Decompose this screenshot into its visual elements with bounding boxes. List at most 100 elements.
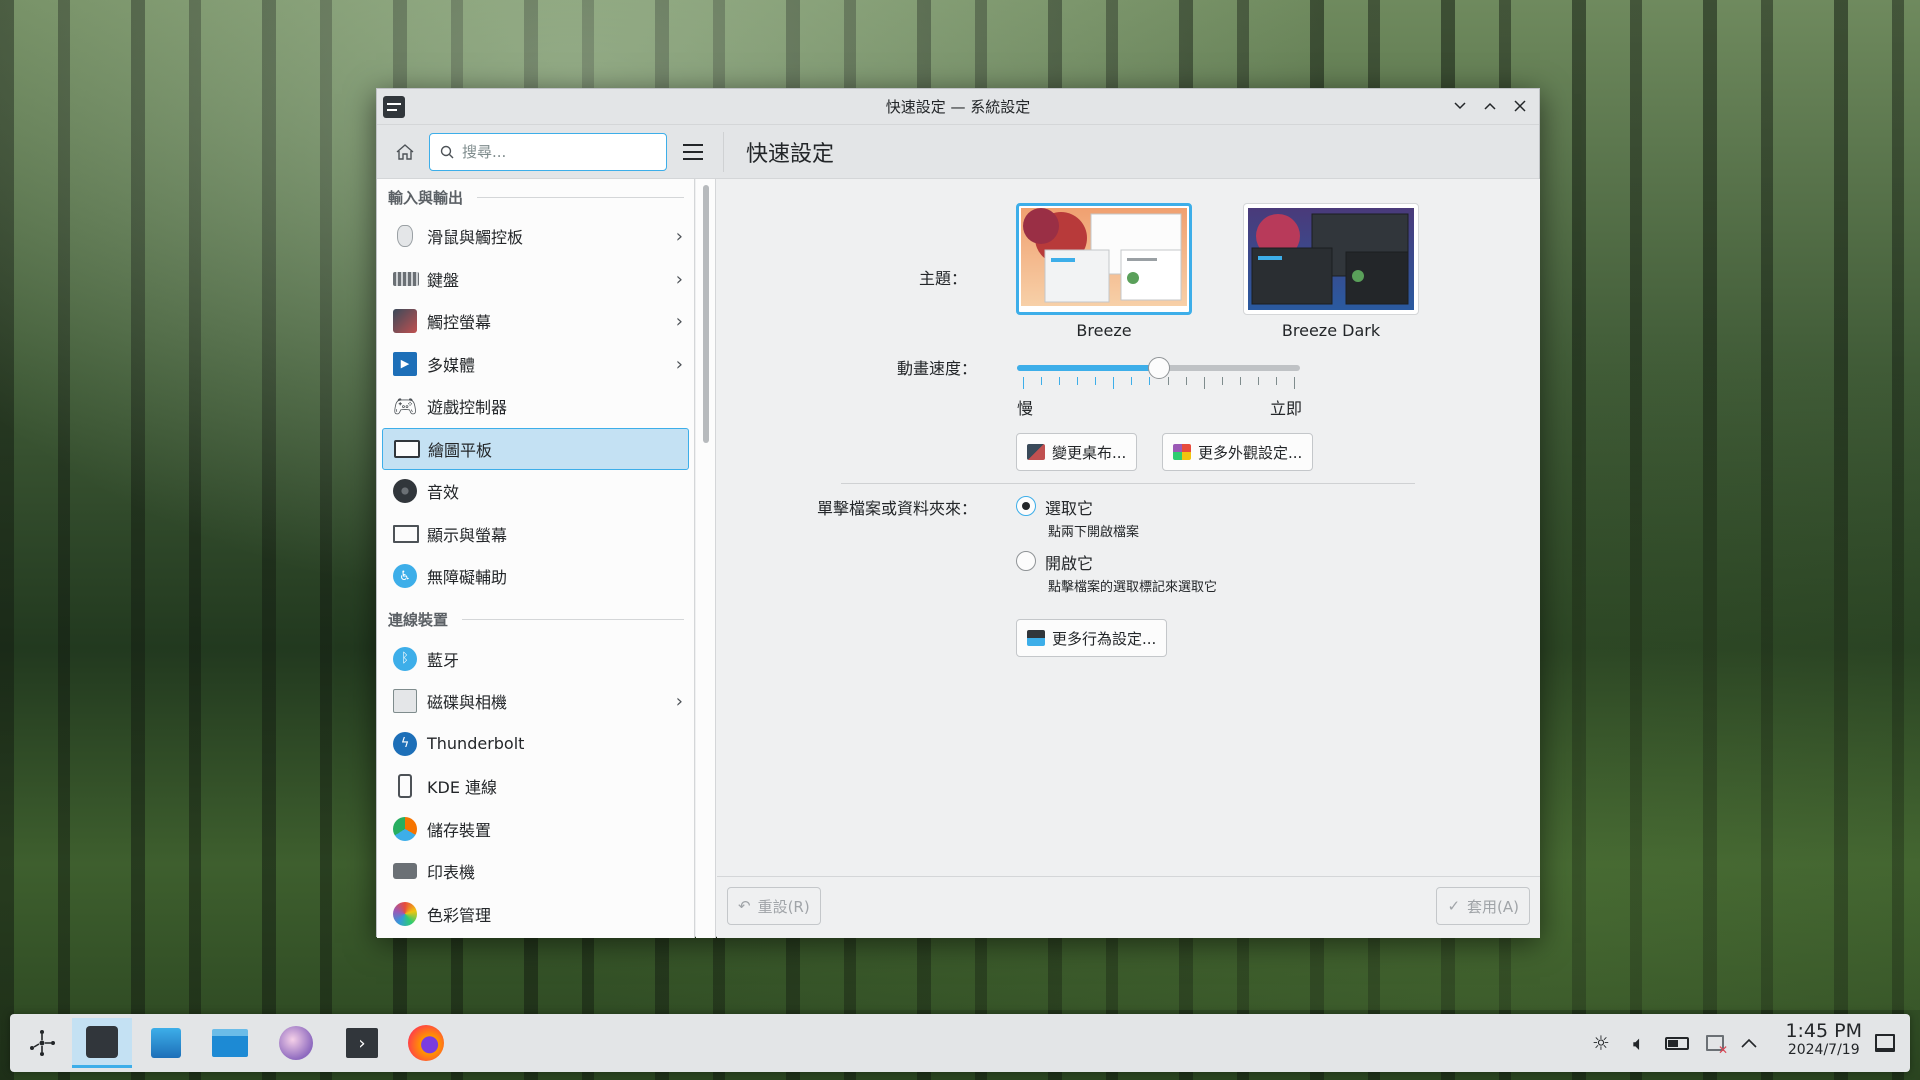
minimize-button[interactable]	[1449, 95, 1471, 117]
sidebar-item-game-controller[interactable]: 🎮︎ 遊戲控制器	[382, 385, 689, 428]
firefox-icon	[408, 1025, 444, 1061]
slider-tick	[1240, 377, 1241, 385]
sidebar-item-keyboard[interactable]: 鍵盤 ›	[382, 258, 689, 301]
sidebar-item-color-management[interactable]: 色彩管理	[382, 893, 689, 936]
home-button[interactable]	[389, 136, 421, 168]
sidebar[interactable]: 輸入與輸出 滑鼠與觸控板 › 鍵盤 › 觸控螢幕 › ▶ 多媒體 › 🎮︎ 遊戲…	[377, 179, 695, 938]
search-field[interactable]	[429, 132, 667, 171]
animation-speed-slider[interactable]	[1017, 357, 1300, 379]
chevron-right-icon: ›	[675, 226, 683, 247]
network-disconnected-icon[interactable]: ✕	[1700, 1028, 1730, 1058]
sidebar-item-display[interactable]: 顯示與螢幕	[382, 513, 689, 556]
clock[interactable]: 1:45 PM 2024/7/19	[1785, 1020, 1862, 1058]
sidebar-item-accessibility[interactable]: ♿︎ 無障礙輔助	[382, 555, 689, 598]
more-appearance-settings-button[interactable]: 更多外觀設定...	[1162, 433, 1314, 471]
printer-icon	[393, 863, 417, 880]
taskbar-kde-connect[interactable]	[266, 1018, 326, 1068]
change-wallpaper-button[interactable]: 變更桌布...	[1016, 433, 1138, 471]
theme-label: 主題：	[918, 269, 967, 288]
mouse-icon	[397, 225, 413, 248]
display-icon	[393, 524, 419, 543]
click-behavior-label: 單擊檔案或資料夾來：	[816, 499, 977, 518]
scrollbar-thumb[interactable]	[703, 185, 709, 443]
sidebar-item-bluetooth[interactable]: ᛒ 藍牙	[382, 638, 689, 681]
discover-icon	[151, 1028, 181, 1058]
sidebar-item-audio[interactable]: 音效	[382, 470, 689, 513]
slider-max-label: 立即	[1270, 399, 1303, 418]
chevron-down-icon	[1454, 102, 1466, 110]
sidebar-scrollbar[interactable]	[696, 179, 716, 938]
radio-select-it[interactable]	[1016, 496, 1036, 516]
maximize-button[interactable]	[1479, 95, 1501, 117]
section-header-input-output: 輸入與輸出	[377, 179, 694, 215]
breeze-preview-image	[1021, 208, 1187, 306]
theme-breeze-dark[interactable]	[1243, 203, 1419, 315]
radio-select-it-label[interactable]: 選取它	[1045, 495, 1093, 519]
sidebar-item-storage[interactable]: 儲存裝置	[382, 808, 689, 851]
apply-button[interactable]: ✓ 套用(A)	[1436, 887, 1530, 925]
breeze-dark-preview-image	[1248, 208, 1414, 310]
volume-icon[interactable]: 🔈︎	[1624, 1028, 1654, 1058]
slider-tick	[1023, 377, 1024, 389]
theme-breeze-caption: Breeze	[1076, 321, 1132, 340]
show-desktop-icon[interactable]	[1870, 1028, 1900, 1058]
theme-breeze[interactable]	[1016, 203, 1192, 315]
gamepad-icon: 🎮︎	[392, 394, 418, 419]
sidebar-item-mouse-touchpad[interactable]: 滑鼠與觸控板 ›	[382, 215, 689, 258]
radio-open-it-desc: 點擊檔案的選取標記來選取它	[1048, 580, 1218, 595]
footer: ↶ 重設(R) ✓ 套用(A)	[717, 876, 1540, 938]
sidebar-item-drawing-tablet[interactable]: 繪圖平板	[382, 427, 689, 470]
taskbar-konsole[interactable]: ›	[332, 1018, 392, 1068]
sidebar-item-disks-cameras[interactable]: 磁碟與相機 ›	[382, 680, 689, 723]
taskbar-system-settings[interactable]	[72, 1018, 132, 1068]
radio-open-it-label[interactable]: 開啟它	[1045, 550, 1093, 574]
sidebar-item-touchscreen[interactable]: 觸控螢幕 ›	[382, 300, 689, 343]
reset-button[interactable]: ↶ 重設(R)	[727, 887, 821, 925]
title-bar[interactable]: 快速設定 — 系統設定	[377, 89, 1539, 125]
radio-open-it[interactable]	[1016, 551, 1036, 571]
speaker-icon	[393, 479, 417, 504]
sidebar-item-kde-connect[interactable]: KDE 連線	[382, 765, 689, 808]
taskbar-dolphin[interactable]	[200, 1018, 260, 1068]
accessibility-icon: ♿︎	[393, 564, 417, 589]
clock-date: 2024/7/19	[1787, 1042, 1860, 1058]
sidebar-item-printers[interactable]: 印表機	[382, 850, 689, 893]
brightness-icon[interactable]: ☼	[1586, 1028, 1616, 1058]
slider-handle[interactable]	[1148, 357, 1170, 379]
page-title: 快速設定	[746, 141, 835, 167]
app-launcher-button[interactable]	[12, 1018, 72, 1068]
system-settings-window: 快速設定 — 系統設定 快速設定 輸入與輸出	[376, 88, 1540, 938]
sidebar-item-thunderbolt[interactable]: ϟ Thunderbolt	[382, 723, 689, 766]
dolphin-icon	[212, 1029, 248, 1057]
slider-tick	[1222, 377, 1223, 385]
konsole-icon: ›	[346, 1028, 378, 1058]
close-icon	[1514, 100, 1526, 112]
tray-expand-icon[interactable]	[1734, 1028, 1764, 1058]
slider-tick	[1294, 377, 1295, 389]
bluetooth-icon: ᛒ	[393, 646, 417, 671]
hamburger-menu-button[interactable]	[677, 136, 709, 168]
slider-tick	[1149, 377, 1150, 385]
sidebar-item-multimedia[interactable]: ▶ 多媒體 ›	[382, 343, 689, 386]
slider-tick	[1186, 377, 1187, 385]
slider-ticks	[1017, 377, 1300, 389]
slider-tick	[1113, 377, 1114, 389]
more-behavior-settings-button[interactable]: 更多行為設定...	[1016, 619, 1168, 657]
search-icon	[440, 145, 454, 158]
close-button[interactable]	[1509, 95, 1531, 117]
color-icon	[393, 901, 417, 926]
drawing-tablet-icon	[394, 439, 420, 458]
chevron-right-icon: ›	[675, 353, 683, 375]
section-header-connected-devices: 連線裝置	[377, 602, 694, 638]
taskbar-discover[interactable]	[136, 1018, 196, 1068]
window-title: 快速設定 — 系統設定	[885, 98, 1031, 116]
behavior-icon	[1027, 630, 1045, 646]
check-icon: ✓	[1447, 897, 1461, 915]
slider-tick	[1059, 377, 1060, 385]
battery-icon[interactable]	[1662, 1028, 1692, 1058]
search-input[interactable]	[462, 142, 652, 161]
slider-fill	[1017, 365, 1159, 371]
system-settings-app-icon[interactable]	[383, 96, 405, 118]
slider-tick	[1258, 377, 1259, 385]
taskbar-firefox[interactable]	[396, 1018, 456, 1068]
